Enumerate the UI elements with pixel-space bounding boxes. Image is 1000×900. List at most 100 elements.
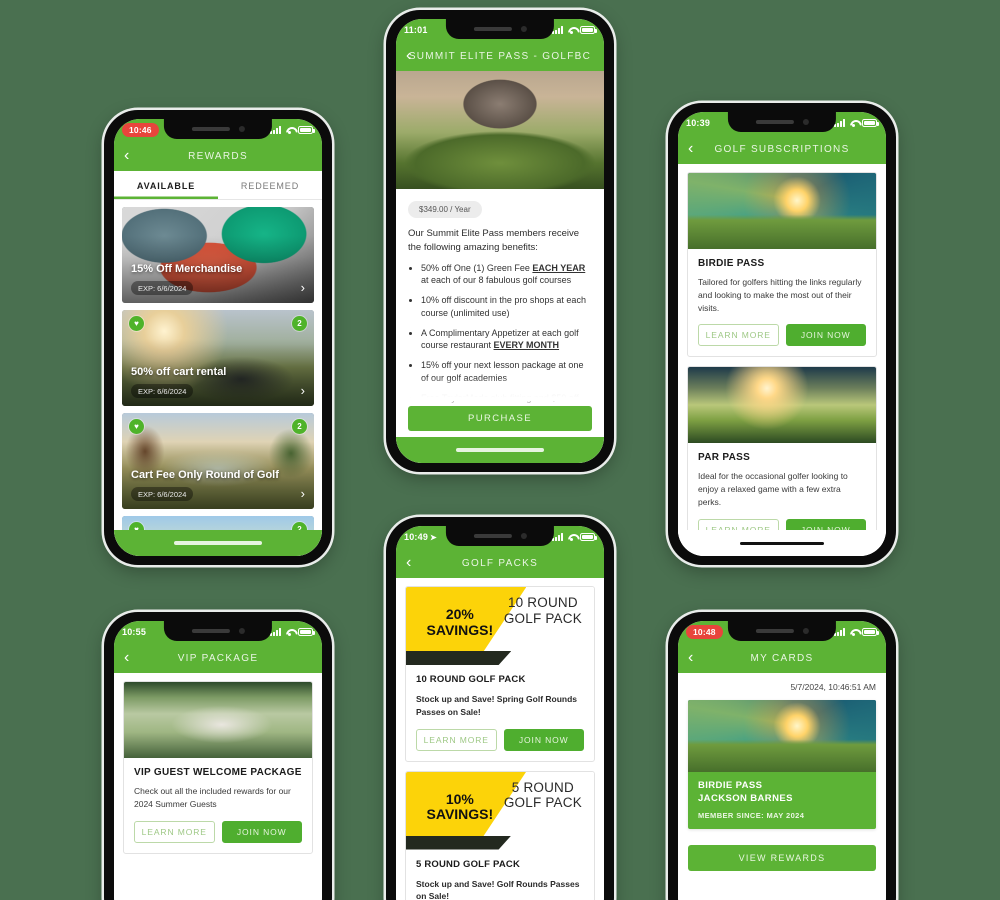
purchase-button[interactable]: PURCHASE bbox=[408, 406, 592, 431]
status-icons bbox=[270, 126, 315, 134]
rewards-tabs: AVAILABLE REDEEMED bbox=[114, 171, 322, 200]
home-indicator[interactable] bbox=[174, 541, 262, 545]
tab-available[interactable]: AVAILABLE bbox=[114, 171, 218, 199]
quantity-badge: 2 bbox=[292, 419, 307, 434]
favorite-badge-icon[interactable]: ♥ bbox=[129, 316, 144, 331]
chevron-right-icon[interactable]: › bbox=[301, 486, 305, 501]
screen-vip: 10:55 ‹ VIP PACKAGE VIP GUEST WELCOME PA… bbox=[114, 621, 322, 900]
phone-my-cards: 10:48 ‹ MY CARDS 5/7/2024, 10:46:51 AM B… bbox=[668, 612, 896, 900]
join-now-button[interactable]: JOIN NOW bbox=[221, 820, 302, 843]
page-title: REWARDS bbox=[188, 150, 248, 162]
reward-card[interactable]: ♥ 2 50% off cart rental EXP: 6/6/2024 › bbox=[122, 310, 314, 406]
chevron-left-icon[interactable]: ‹ bbox=[688, 650, 693, 666]
page-title: SUMMIT ELITE PASS - GOLFBC bbox=[408, 50, 592, 62]
view-rewards-button[interactable]: VIEW REWARDS bbox=[688, 844, 876, 871]
screen-rewards: 10:46 ‹ REWARDS AVAILABLE REDEEMED 15% O… bbox=[114, 119, 322, 556]
phone-summit-elite-pass: 11:01 ‹ SUMMIT ELITE PASS - GOLFBC $349.… bbox=[386, 10, 614, 472]
subscription-image-birdie bbox=[688, 173, 876, 249]
home-indicator[interactable] bbox=[456, 448, 544, 452]
subscription-card-birdie: BIRDIE PASS Tailored for golfers hitting… bbox=[687, 172, 877, 358]
phone-vip-package: 10:55 ‹ VIP PACKAGE VIP GUEST WELCOME PA… bbox=[104, 612, 332, 900]
vip-body: VIP GUEST WELCOME PACKAGE Check out all … bbox=[124, 758, 312, 853]
learn-more-button[interactable]: LEARN MORE bbox=[416, 728, 497, 751]
pack-description: Stock up and Save! Golf Rounds Passes on… bbox=[416, 878, 580, 900]
battery-icon bbox=[862, 119, 879, 127]
battery-icon bbox=[580, 533, 597, 541]
vip-scroll[interactable]: VIP GUEST WELCOME PACKAGE Check out all … bbox=[114, 673, 322, 900]
status-icons bbox=[552, 533, 597, 541]
reward-expiry: EXP: 6/6/2024 bbox=[131, 487, 194, 501]
chevron-left-icon[interactable]: ‹ bbox=[406, 48, 411, 64]
join-now-button[interactable]: JOIN NOW bbox=[503, 728, 584, 751]
membership-card[interactable]: BIRDIE PASS JACKSON BARNES MEMBER SINCE:… bbox=[688, 700, 876, 829]
earpiece-speaker bbox=[191, 629, 230, 633]
status-icons bbox=[834, 119, 879, 127]
benefit-item: A Complimentary Appetizer at each golf c… bbox=[421, 327, 592, 353]
reward-card[interactable]: ♥ 2 Cart Fee Only Round of Golf EXP: 6/6… bbox=[122, 413, 314, 509]
chevron-left-icon[interactable]: ‹ bbox=[406, 555, 411, 571]
membership-card-info: BIRDIE PASS JACKSON BARNES MEMBER SINCE:… bbox=[688, 772, 876, 829]
my-cards-scroll[interactable]: 5/7/2024, 10:46:51 AM BIRDIE PASS JACKSO… bbox=[678, 673, 886, 900]
chevron-left-icon[interactable]: ‹ bbox=[124, 650, 129, 666]
page-title: VIP PACKAGE bbox=[177, 652, 259, 664]
benefit-item: 50% off One (1) Green Fee EACH YEAR at e… bbox=[421, 262, 592, 288]
home-indicator[interactable] bbox=[740, 541, 824, 545]
chevron-left-icon[interactable]: ‹ bbox=[124, 148, 129, 164]
banner-dark-wedge bbox=[406, 651, 512, 665]
screen-summit: 11:01 ‹ SUMMIT ELITE PASS - GOLFBC $349.… bbox=[396, 19, 604, 463]
chevron-right-icon[interactable]: › bbox=[301, 280, 305, 295]
learn-more-button[interactable]: LEARN MORE bbox=[134, 820, 215, 843]
reward-title: 15% Off Merchandise bbox=[131, 263, 243, 275]
phone-golf-packs: 10:49 ➤ ‹ GOLF PACKS 20% SAVINGS! 10 ROU… bbox=[386, 517, 614, 900]
status-clock: 10:46 bbox=[122, 123, 159, 137]
reward-title: Cart Fee Only Round of Golf bbox=[131, 469, 279, 481]
packs-scroll[interactable]: 20% SAVINGS! 10 ROUND GOLF PACK 10 ROUND… bbox=[396, 578, 604, 900]
wifi-icon bbox=[285, 126, 295, 134]
subscriptions-scroll[interactable]: BIRDIE PASS Tailored for golfers hitting… bbox=[678, 164, 886, 556]
subscription-image-par bbox=[688, 367, 876, 444]
subscription-title: PAR PASS bbox=[698, 452, 751, 464]
pack-banner: 10% SAVINGS! 5 ROUND GOLF PACK bbox=[406, 771, 594, 850]
screen-subscriptions: 10:39 ‹ GOLF SUBSCRIPTIONS BIRDIE PASS T… bbox=[678, 112, 886, 556]
price-badge: $349.00 / Year bbox=[408, 201, 482, 218]
nav-bar-subscriptions: ‹ GOLF SUBSCRIPTIONS bbox=[678, 134, 886, 164]
front-camera bbox=[238, 628, 245, 634]
subscription-body: BIRDIE PASS Tailored for golfers hitting… bbox=[688, 249, 876, 356]
subscription-description: Tailored for golfers hitting the links r… bbox=[698, 277, 862, 313]
status-clock: 10:48 bbox=[686, 625, 723, 639]
battery-icon bbox=[298, 126, 315, 134]
learn-more-button[interactable]: LEARN MORE bbox=[698, 324, 779, 347]
pack-body: 5 ROUND GOLF PACK Stock up and Save! Gol… bbox=[406, 850, 594, 900]
status-clock: 10:55 bbox=[122, 627, 147, 637]
home-indicator-bar bbox=[114, 530, 322, 556]
status-icons bbox=[834, 628, 879, 636]
chevron-left-icon[interactable]: ‹ bbox=[688, 141, 693, 157]
rewards-list: 15% Off Merchandise EXP: 6/6/2024 › ♥ 2 … bbox=[114, 200, 322, 556]
notch bbox=[445, 526, 555, 546]
battery-icon bbox=[862, 628, 879, 636]
pack-title: 10 ROUND GOLF PACK bbox=[416, 674, 526, 685]
front-camera bbox=[520, 533, 527, 539]
savings-percent: 20% bbox=[445, 606, 474, 622]
favorite-badge-icon[interactable]: ♥ bbox=[129, 419, 144, 434]
wifi-icon bbox=[849, 119, 859, 127]
vip-actions: LEARN MORE JOIN NOW bbox=[134, 820, 302, 843]
vip-image-golf-cart bbox=[124, 682, 312, 758]
front-camera bbox=[802, 119, 809, 125]
tab-redeemed[interactable]: REDEEMED bbox=[218, 171, 322, 199]
membership-card-wrapper: BIRDIE PASS JACKSON BARNES MEMBER SINCE:… bbox=[678, 692, 886, 829]
summit-scroll[interactable]: $349.00 / Year Our Summit Elite Pass mem… bbox=[396, 71, 604, 463]
chevron-right-icon[interactable]: › bbox=[301, 383, 305, 398]
reward-card[interactable]: 15% Off Merchandise EXP: 6/6/2024 › bbox=[122, 207, 314, 303]
page-title: GOLF PACKS bbox=[461, 557, 539, 569]
screen-packs: 10:49 ➤ ‹ GOLF PACKS 20% SAVINGS! 10 ROU… bbox=[396, 526, 604, 900]
front-camera bbox=[520, 26, 527, 32]
notch bbox=[727, 621, 837, 641]
membership-member-name: JACKSON BARNES bbox=[698, 792, 793, 804]
join-now-button[interactable]: JOIN NOW bbox=[785, 324, 866, 347]
membership-since: MEMBER SINCE: MAY 2024 bbox=[698, 810, 805, 820]
status-icons bbox=[552, 26, 597, 34]
benefit-item: 10% off discount in the pro shops at eac… bbox=[421, 294, 592, 320]
vip-title: VIP GUEST WELCOME PACKAGE bbox=[134, 767, 302, 778]
rewards-scroll[interactable]: AVAILABLE REDEEMED 15% Off Merchandise E… bbox=[114, 171, 322, 556]
